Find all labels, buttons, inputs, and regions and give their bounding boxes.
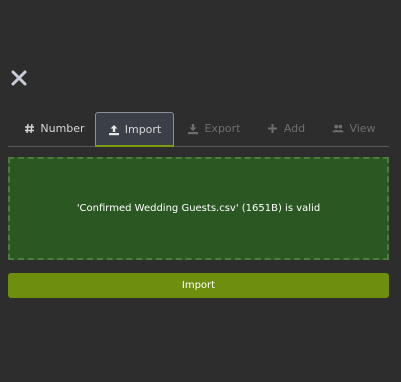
- download-icon: [187, 123, 199, 135]
- tab-label: Number: [40, 122, 85, 135]
- tab-label: Export: [204, 122, 241, 135]
- validation-message: 'Confirmed Wedding Guests.csv' (1651B) i…: [76, 203, 321, 214]
- file-dropzone[interactable]: 'Confirmed Wedding Guests.csv' (1651B) i…: [8, 157, 389, 260]
- tab-label: Import: [124, 123, 162, 136]
- tab-view[interactable]: View: [321, 112, 387, 145]
- tab-number[interactable]: Number: [14, 112, 94, 145]
- plus-icon: [267, 123, 279, 135]
- tab-label: View: [349, 122, 376, 135]
- import-button[interactable]: Import: [8, 273, 389, 298]
- tab-bar: Number Import Export Add View: [8, 112, 389, 147]
- tab-add[interactable]: Add: [255, 112, 317, 145]
- close-button[interactable]: [10, 69, 28, 87]
- tab-export[interactable]: Export: [175, 112, 253, 145]
- tab-label: Add: [283, 122, 306, 135]
- upload-icon: [108, 124, 120, 136]
- tab-import[interactable]: Import: [95, 112, 174, 147]
- hash-icon: [23, 123, 35, 135]
- users-icon: [332, 123, 344, 135]
- close-icon: [11, 70, 27, 86]
